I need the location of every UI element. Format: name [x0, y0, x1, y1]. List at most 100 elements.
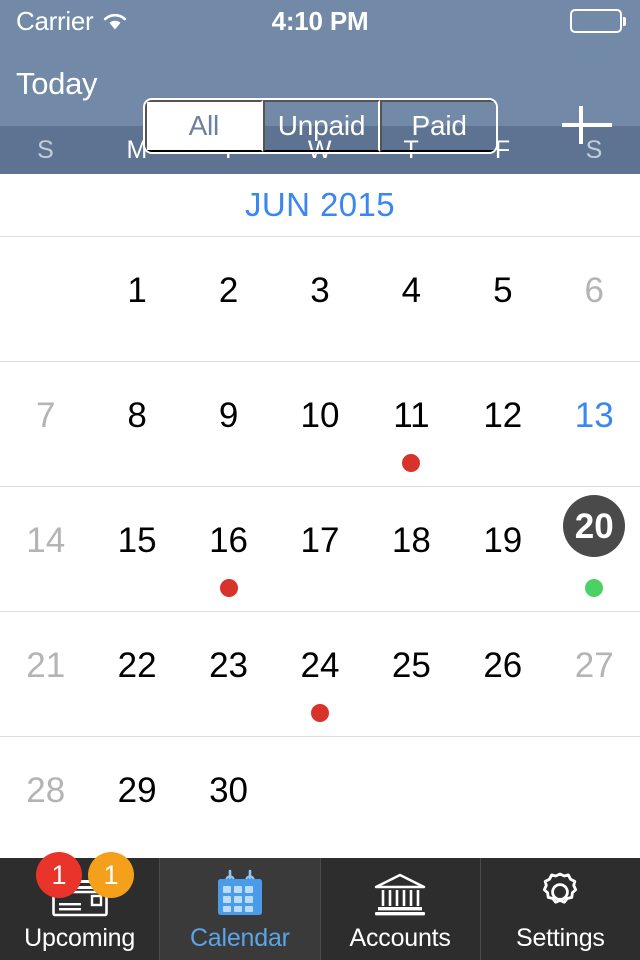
calendar-day-18[interactable]: 18: [366, 487, 457, 611]
calendar-day-empty: [0, 237, 91, 361]
today-button[interactable]: Today: [0, 66, 98, 102]
calendar-day-number: 30: [209, 770, 249, 810]
status-badge-pending: 1: [88, 852, 134, 898]
calendar-day-6[interactable]: 6: [549, 237, 640, 361]
calendar-day-number: 13: [574, 395, 614, 435]
calendar-day-number: 6: [584, 270, 604, 310]
clock-label: 4:10 PM: [271, 5, 369, 36]
calendar-day-26[interactable]: 26: [457, 612, 548, 736]
calendar-day-17[interactable]: 17: [274, 487, 365, 611]
calendar-day-15[interactable]: 15: [91, 487, 182, 611]
calendar-day-13[interactable]: 13: [549, 362, 640, 486]
event-dot: [219, 579, 238, 597]
calendar-day-number: 9: [218, 395, 239, 435]
calendar-day-number: 19: [483, 520, 523, 560]
calendar-day-number: 4: [401, 270, 422, 310]
calendar-day-number: [380, 759, 442, 821]
segment-unpaid[interactable]: Unpaid: [262, 100, 381, 152]
calendar-week-row: 28 29 30: [0, 736, 640, 861]
status-badge-unpaid: 1: [36, 852, 82, 898]
calendar-day-empty: [457, 737, 548, 861]
calendar-day-number: 22: [117, 645, 157, 685]
event-dot: [402, 454, 421, 472]
calendar-day-7[interactable]: 7: [0, 362, 91, 486]
calendar-day-19[interactable]: 19: [457, 487, 548, 611]
calendar-day-number: 2: [218, 270, 239, 310]
calendar-day-number: 14: [26, 520, 66, 560]
calendar-day-number: [289, 759, 351, 821]
upcoming-badges: 1 1: [36, 852, 134, 898]
calendar-grid: 1 2 3 4 5 6 7 8 9 10 11 12 13 14 15 16 17 18 19 20 21 22 23 24 2…: [0, 236, 640, 861]
app-screen: Carrier 4:10 PM Today All Unpaid Paid S …: [0, 0, 640, 960]
calendar-day-2[interactable]: 2: [183, 237, 274, 361]
bank-icon: [371, 866, 429, 918]
calendar-day-3[interactable]: 3: [274, 237, 365, 361]
calendar-day-number: 29: [117, 770, 157, 810]
calendar-day-28[interactable]: 28: [0, 737, 91, 861]
calendar-day-empty: [549, 737, 640, 861]
calendar-day-number: 8: [127, 395, 147, 435]
filter-segmented-control[interactable]: All Unpaid Paid: [143, 98, 498, 154]
calendar-day-10[interactable]: 10: [274, 362, 365, 486]
calendar-day-22[interactable]: 22: [91, 612, 182, 736]
calendar-day-number: 26: [483, 645, 523, 685]
calendar-day-27[interactable]: 27: [549, 612, 640, 736]
calendar-day-number: 5: [493, 270, 513, 310]
calendar-day-14[interactable]: 14: [0, 487, 91, 611]
calendar-day-9[interactable]: 9: [183, 362, 274, 486]
calendar-day-1[interactable]: 1: [91, 237, 182, 361]
calendar-day-29[interactable]: 29: [91, 737, 182, 861]
calendar-day-5[interactable]: 5: [457, 237, 548, 361]
event-dot: [310, 704, 329, 722]
tab-accounts[interactable]: Accounts: [321, 858, 481, 960]
calendar-day-11[interactable]: 11: [366, 362, 457, 486]
calendar-week-row: 21 22 23 24 25 26 27: [0, 611, 640, 736]
calendar-day-number: 11: [393, 395, 430, 435]
calendar-day-12[interactable]: 12: [457, 362, 548, 486]
calendar-day-24[interactable]: 24: [274, 612, 365, 736]
calendar-day-number: 12: [483, 395, 523, 435]
calendar-day-16[interactable]: 16: [183, 487, 274, 611]
calendar-day-number: 16: [209, 520, 249, 560]
calendar-day-25[interactable]: 25: [366, 612, 457, 736]
calendar-day-number: 7: [35, 395, 56, 435]
calendar-day-number: 23: [209, 645, 249, 685]
calendar-week-row: 7 8 9 10 11 12 13: [0, 361, 640, 486]
calendar-day-number: 21: [26, 645, 66, 685]
tab-bar: 1 1 Upcoming Calendar Accounts Settings: [0, 852, 640, 960]
tab-upcoming[interactable]: 1 1 Upcoming: [0, 852, 161, 960]
tab-label-upcoming: Upcoming: [24, 923, 136, 952]
calendar-day-number: 18: [391, 520, 431, 560]
calendar-day-number: 17: [300, 520, 340, 560]
segment-all[interactable]: All: [145, 100, 263, 152]
tab-label-settings: Settings: [516, 923, 605, 952]
month-header: JUN 2015: [0, 174, 640, 236]
calendar-day-number: 20: [563, 495, 626, 557]
segment-paid[interactable]: Paid: [380, 100, 496, 152]
calendar-day-8[interactable]: 8: [91, 362, 182, 486]
calendar-day-empty: [366, 737, 457, 861]
calendar-day-number: 28: [26, 770, 66, 810]
calendar-day-number: 3: [310, 270, 330, 310]
calendar-day-number: [472, 759, 534, 821]
calendar-day-20[interactable]: 20: [549, 487, 640, 611]
plus-icon[interactable]: [556, 94, 618, 156]
calendar-day-23[interactable]: 23: [183, 612, 274, 736]
calendar-day-number: 25: [391, 645, 431, 685]
calendar-day-number: 15: [117, 520, 157, 560]
calendar-week-row: 1 2 3 4 5 6: [0, 236, 640, 361]
event-dot: [585, 579, 604, 597]
calendar-day-number: 1: [127, 270, 147, 310]
status-bar-right: [570, 9, 626, 33]
calendar-day-30[interactable]: 30: [183, 737, 274, 861]
nav-bar: Today All Unpaid Paid: [0, 42, 640, 154]
status-bar: Carrier 4:10 PM: [0, 0, 640, 42]
calendar-day-number: 10: [300, 395, 340, 435]
battery-full-icon: [570, 9, 622, 33]
calendar-day-number: 27: [574, 645, 614, 685]
calendar-day-21[interactable]: 21: [0, 612, 91, 736]
tab-calendar[interactable]: Calendar: [160, 858, 321, 960]
tab-settings[interactable]: Settings: [481, 858, 640, 960]
gear-icon: [534, 866, 586, 918]
calendar-day-4[interactable]: 4: [366, 237, 457, 361]
